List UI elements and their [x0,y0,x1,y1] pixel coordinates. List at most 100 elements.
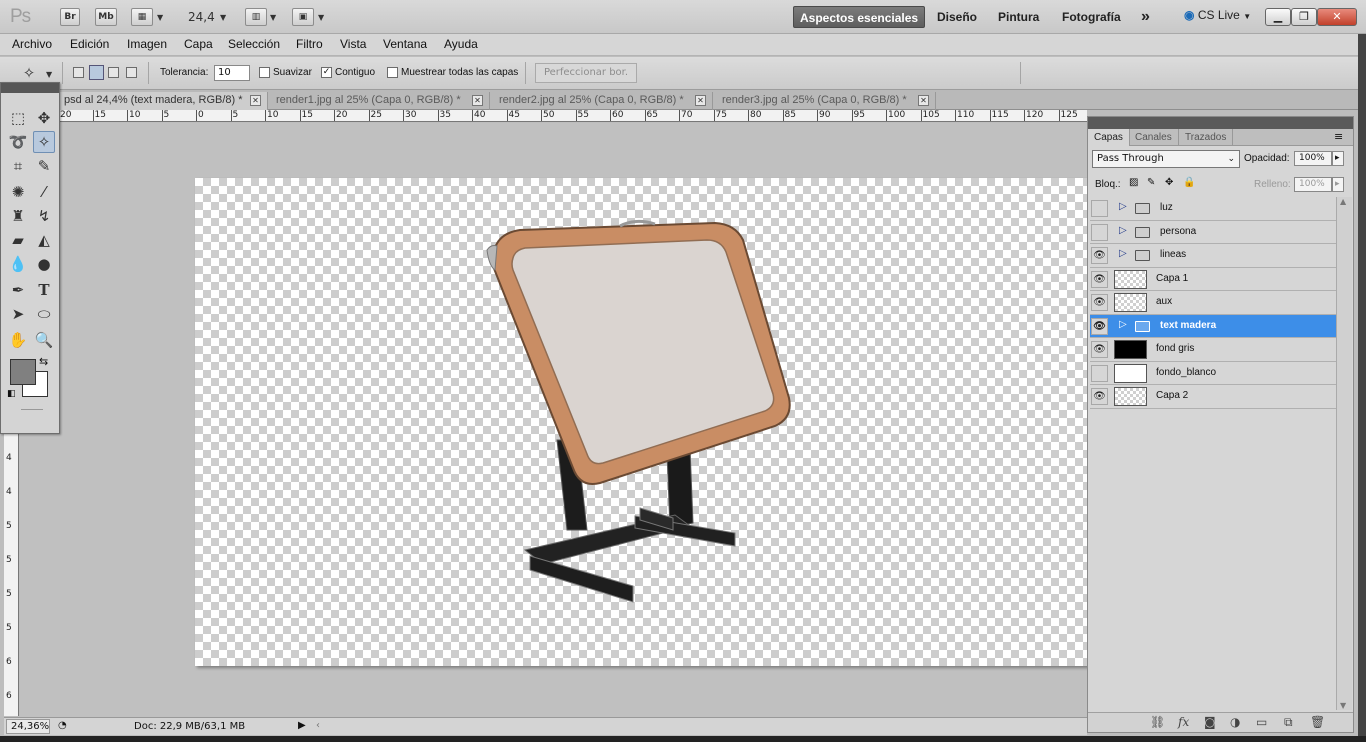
swap-colors-icon[interactable]: ⇆ [39,355,48,368]
view-extras-dropdown-icon[interactable]: ▼ [157,13,163,22]
layer-style-icon[interactable]: fx [1178,715,1189,729]
eye-icon[interactable]: 👁 [1091,247,1108,264]
tab-canales[interactable]: Canales [1129,129,1179,146]
tab-render1[interactable]: render1.jpg al 25% (Capa 0, RGB/8) * ✕ [270,92,490,110]
zoom-level[interactable]: 24,4 [188,10,215,24]
eye-icon[interactable]: 👁 [1091,341,1108,358]
default-colors-icon[interactable]: ◧ [7,389,16,399]
layer-row[interactable]: 👁 ▷ text madera [1090,314,1336,338]
scroll-up-icon[interactable]: ▲ [1340,197,1346,206]
close-tab-icon[interactable]: ✕ [695,95,706,106]
eye-icon[interactable]: 👁 [1091,317,1108,335]
quick-selection-preset-icon[interactable]: ✧ [18,62,40,84]
eyedropper-tool-icon[interactable]: ✎ [33,155,55,177]
workspace-design[interactable]: Diseño [931,6,983,28]
visibility-toggle[interactable] [1091,223,1108,241]
bridge-button[interactable]: Br [60,8,80,26]
smooth-checkbox[interactable] [259,67,270,78]
opacity-input[interactable]: 100% [1294,151,1332,166]
zoom-status-field[interactable]: 24,36% [6,719,50,734]
menu-vista[interactable]: Vista [340,37,366,51]
eye-icon[interactable]: 👁 [1091,388,1108,405]
layers-scrollbar[interactable]: ▲ ▼ [1336,197,1352,710]
eye-icon[interactable]: 👁 [1091,270,1108,288]
fill-input[interactable]: 100% [1294,177,1332,192]
horizontal-ruler[interactable]: 20 15 10 5 0 5 10 15 20 25 30 35 40 45 50 55 60 65 70 75 80 8… [20,110,1087,122]
tab-render2[interactable]: render2.jpg al 25% (Capa 0, RGB/8) * ✕ [493,92,713,110]
visibility-toggle[interactable] [1091,200,1108,217]
layer-row[interactable]: 👁 Capa 1 [1090,268,1336,291]
status-info-icon[interactable]: ◔ [58,720,67,731]
visibility-toggle[interactable] [1091,364,1108,382]
canvas-workspace[interactable] [20,123,1087,717]
dodge-tool-icon[interactable]: ● [33,253,55,275]
more-workspaces-icon[interactable]: » [1135,6,1156,28]
menu-archivo[interactable]: Archivo [12,37,52,51]
minimize-button[interactable]: ▁ [1265,8,1291,26]
layer-row[interactable]: ▷ luz [1090,197,1336,221]
delete-layer-icon[interactable]: 🗑 [1310,715,1325,729]
tolerance-input[interactable]: 10 [214,65,250,81]
sample-all-layers-checkbox[interactable] [387,67,398,78]
new-selection-icon[interactable] [73,67,84,78]
add-mask-icon[interactable]: ◙ [1204,715,1216,729]
expand-group-icon[interactable]: ▷ [1119,201,1127,212]
workspace-photography[interactable]: Fotografía [1056,6,1127,28]
type-tool-icon[interactable]: T [33,279,55,301]
tool-preset-dropdown-icon[interactable]: ▼ [46,70,52,79]
quick-selection-tool-icon[interactable]: ✧ [33,131,55,153]
scroll-left-icon[interactable]: ‹ [316,720,320,731]
layer-row[interactable]: 👁 aux [1090,291,1336,315]
menu-edicion[interactable]: Edición [70,37,109,51]
view-extras-icon[interactable]: ▦ [131,8,153,26]
foreground-color-swatch[interactable] [10,359,36,385]
crop-tool-icon[interactable]: ⌗ [7,155,29,177]
expand-group-icon[interactable]: ▷ [1119,225,1127,236]
zoom-dropdown-icon[interactable]: ▼ [220,13,226,22]
layer-row[interactable]: 👁 Capa 2 [1090,385,1336,409]
scroll-down-icon[interactable]: ▼ [1340,701,1346,710]
clone-stamp-tool-icon[interactable]: ♜ [7,205,29,227]
menu-ventana[interactable]: Ventana [383,37,427,51]
lock-all-icon[interactable]: 🔒 [1183,177,1195,188]
menu-ayuda[interactable]: Ayuda [444,37,478,51]
subtract-from-selection-icon[interactable] [108,67,119,78]
tab-trazados[interactable]: Trazados [1179,129,1234,146]
brush-tool-icon[interactable]: ⁄ [33,181,55,203]
adjustment-layer-icon[interactable]: ◑ [1230,715,1240,729]
panel-menu-icon[interactable]: ≡ [1334,130,1343,143]
cs-live-menu[interactable]: ◉ CS Live ▼ [1184,8,1251,22]
paint-bucket-tool-icon[interactable]: ◭ [33,229,55,251]
status-menu-arrow-icon[interactable]: ▶ [298,720,306,731]
menu-filtro[interactable]: Filtro [296,37,323,51]
lock-transparent-icon[interactable]: ▨ [1129,177,1138,188]
path-selection-tool-icon[interactable]: ➤ [7,303,29,325]
menu-capa[interactable]: Capa [184,37,213,51]
screen-mode-icon[interactable]: ▣ [292,8,314,26]
spot-healing-tool-icon[interactable]: ✺ [7,181,29,203]
history-brush-tool-icon[interactable]: ↯ [33,205,55,227]
pen-tool-icon[interactable]: ✒ [7,279,29,301]
close-tab-icon[interactable]: ✕ [250,95,261,106]
tools-panel-header[interactable] [1,83,59,93]
close-button[interactable]: ✕ [1317,8,1357,26]
menu-imagen[interactable]: Imagen [127,37,167,51]
lasso-tool-icon[interactable]: ➰ [7,131,29,153]
layer-row[interactable]: 👁 ▷ lineas [1090,244,1336,268]
intersect-selection-icon[interactable] [126,67,137,78]
tab-render3[interactable]: render3.jpg al 25% (Capa 0, RGB/8) * ✕ [716,92,936,110]
layers-panel-header[interactable] [1088,117,1353,129]
workspace-painting[interactable]: Pintura [992,6,1045,28]
new-layer-icon[interactable]: ⧉ [1284,715,1293,730]
mini-bridge-button[interactable]: Mb [95,8,117,26]
add-to-selection-icon[interactable] [89,65,104,80]
new-group-icon[interactable]: ▭ [1256,715,1267,729]
close-tab-icon[interactable]: ✕ [918,95,929,106]
menu-seleccion[interactable]: Selección [228,37,280,51]
link-layers-icon[interactable]: ⛓ [1150,715,1165,729]
marquee-tool-icon[interactable]: ⬚ [7,107,29,129]
arrange-documents-icon[interactable]: ▥ [245,8,267,26]
workspace-essentials[interactable]: Aspectos esenciales [793,6,926,28]
eye-icon[interactable]: 👁 [1091,294,1108,311]
expand-group-icon[interactable]: ▷ [1119,248,1127,259]
